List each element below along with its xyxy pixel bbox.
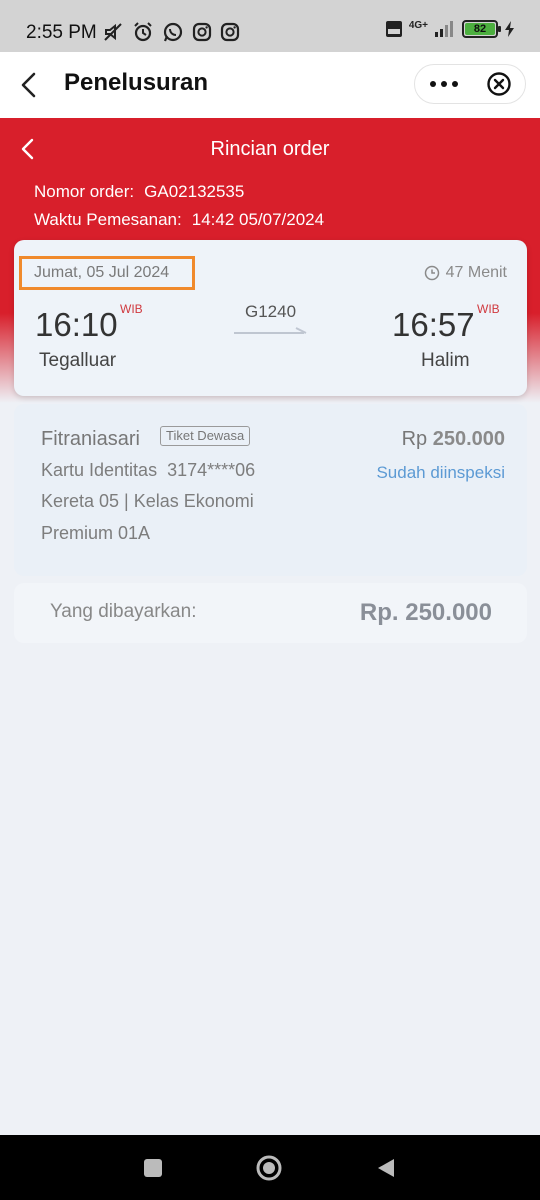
triangle-back-icon — [378, 1159, 394, 1177]
home-button[interactable] — [254, 1153, 284, 1183]
whatsapp-icon — [163, 22, 183, 42]
battery-level: 82 — [465, 23, 495, 35]
app-title-bar: Penelusuran — [0, 52, 540, 118]
trip-date: Jumat, 05 Jul 2024 — [34, 264, 170, 281]
arrival-timezone: WIB — [477, 302, 500, 316]
status-time: 2:55 PM — [26, 22, 97, 43]
inspection-status: Sudah diinspeksi — [376, 463, 505, 482]
order-detail-title: Rincian order — [210, 138, 330, 160]
arrival-time: 16:57 — [392, 306, 475, 343]
system-nav-bar — [0, 1135, 540, 1200]
battery-icon: 82 — [462, 20, 501, 38]
id-label: Kartu Identitas — [41, 460, 158, 480]
charging-icon — [505, 21, 514, 37]
total-label: Yang dibayarkan: — [50, 601, 197, 622]
route-arrow-icon — [234, 327, 307, 334]
ticket-type-badge: Tiket Dewasa — [160, 426, 251, 446]
instagram-icon — [220, 22, 240, 42]
more-button[interactable] — [415, 65, 474, 103]
price-value: 250.000 — [432, 428, 505, 450]
passenger-card: Fitraniasari Tiket Dewasa Rp 250.000 Kar… — [14, 404, 527, 576]
home-circle-icon — [256, 1155, 282, 1181]
order-number-label: Nomor order: — [34, 182, 135, 201]
back-button[interactable] — [14, 68, 48, 102]
seat-number: Premium 01A — [41, 523, 151, 543]
trip-duration: 47 Menit — [424, 264, 507, 282]
alarm-icon — [134, 22, 152, 42]
order-number-value: GA02132535 — [144, 182, 245, 201]
departure-time: 16:10 — [35, 306, 118, 343]
ticket-price: Rp 250.000 — [402, 428, 505, 451]
trip-duration-text: 47 Menit — [445, 264, 507, 281]
recents-button[interactable] — [138, 1153, 168, 1183]
departure-timezone: WIB — [120, 302, 143, 316]
page-title: Penelusuran — [64, 69, 209, 96]
clock-icon — [424, 265, 439, 281]
square-icon — [144, 1159, 162, 1177]
status-notification-icons — [102, 21, 240, 43]
trip-card: Jumat, 05 Jul 2024 47 Menit 16:10 WIB Te… — [14, 240, 527, 396]
departure-station: Tegalluar — [39, 350, 117, 371]
status-system-icons: 4G+ 82 — [385, 20, 516, 38]
close-circle-icon — [487, 72, 512, 96]
mute-icon — [104, 23, 122, 41]
total-value: Rp. 250.000 — [359, 599, 492, 626]
instagram-icon — [192, 22, 212, 42]
signal-icon — [435, 21, 453, 37]
status-bar: 2:55 PM 4G+ 82 — [0, 0, 540, 52]
id-number: 3174****06 — [167, 460, 256, 480]
chevron-left-icon — [21, 72, 36, 98]
order-time-row: Waktu Pemesanan: 14:42 05/07/2024 — [34, 210, 324, 230]
arrival-station: Halim — [421, 350, 470, 371]
coach-class: Kereta 05 | Kelas Ekonomi — [41, 491, 254, 511]
passenger-name: Fitraniasari — [41, 428, 140, 450]
passenger-id: Kartu Identitas 3174****06 — [41, 460, 255, 481]
volte-icon — [385, 21, 402, 37]
back-nav-button[interactable] — [371, 1153, 401, 1183]
order-number-row: Nomor order: GA02132535 — [34, 182, 244, 202]
more-dots-icon — [430, 81, 459, 87]
order-time-value: 14:42 05/07/2024 — [191, 210, 325, 229]
order-time-label: Waktu Pemesanan: — [34, 210, 182, 229]
total-paid-card: Yang dibayarkan: Rp. 250.000 — [14, 583, 527, 643]
close-button[interactable] — [474, 65, 525, 103]
network-type: 4G+ — [408, 19, 428, 31]
mini-program-capsule — [414, 64, 526, 104]
price-currency: Rp — [401, 428, 428, 450]
train-number: G1240 — [245, 302, 297, 321]
